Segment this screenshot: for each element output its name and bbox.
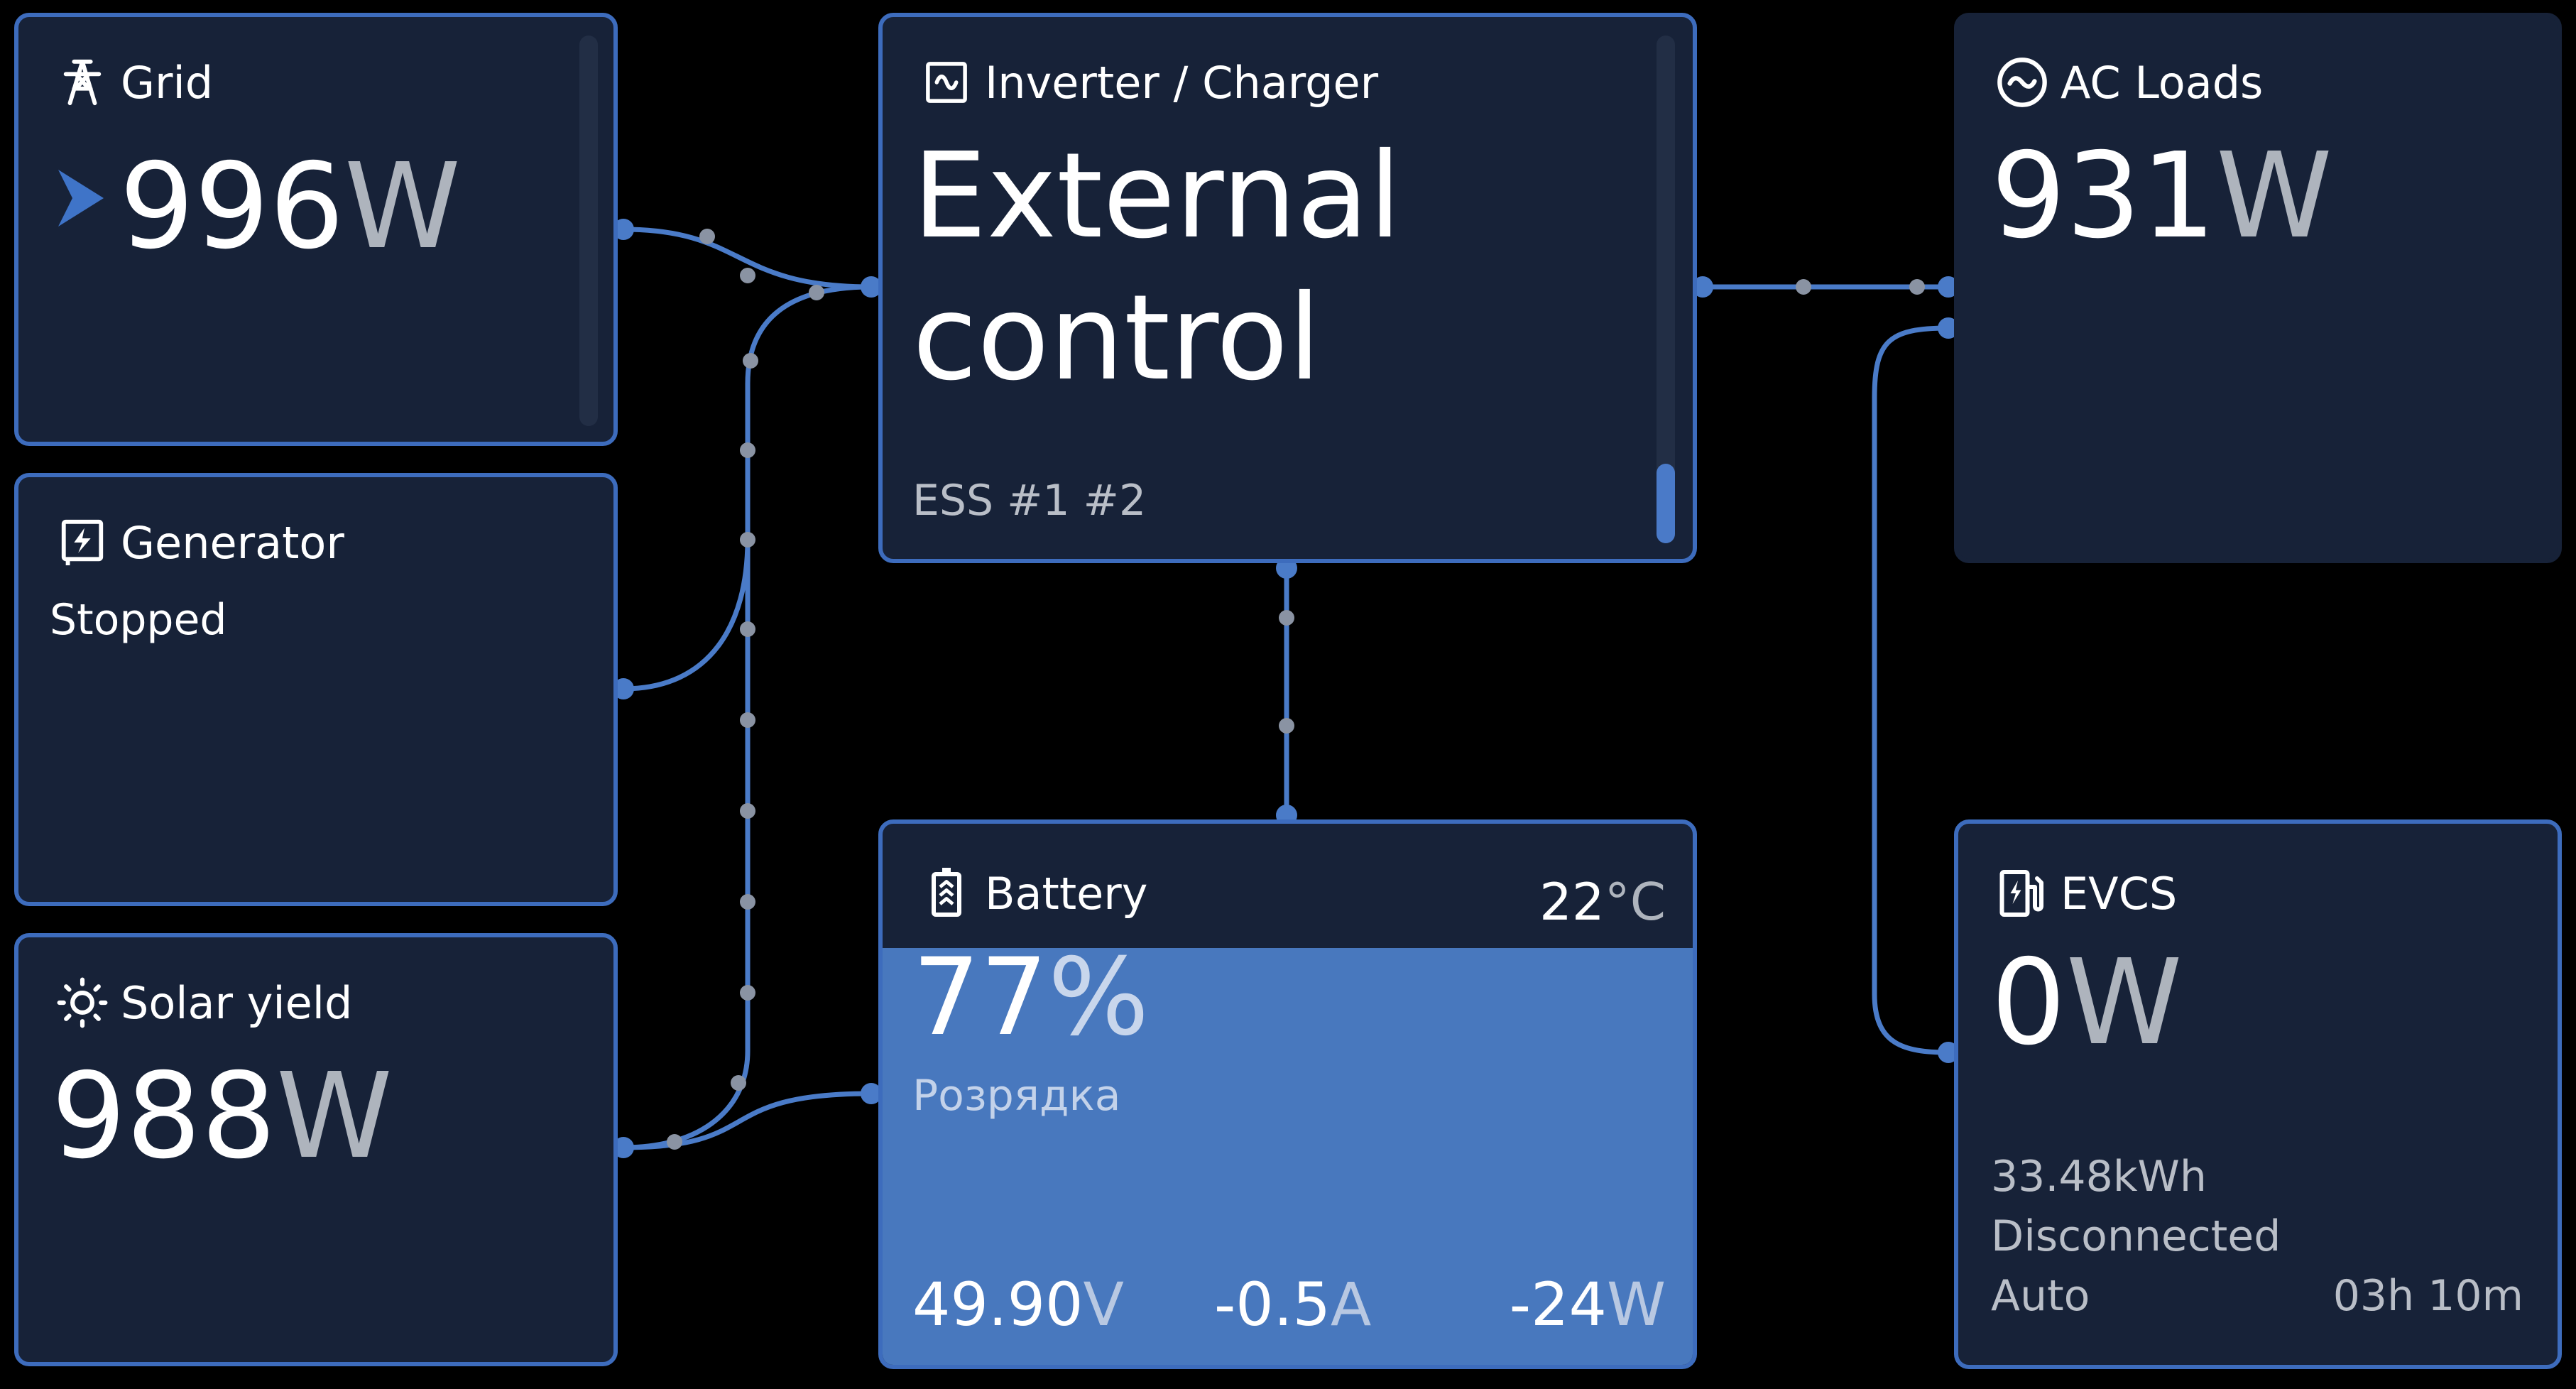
flow-dot — [1279, 718, 1294, 734]
flow-dot — [740, 442, 755, 458]
battery-card[interactable]: Battery 22°C 77% Розрядка 49.90V -0.5A -… — [878, 819, 1697, 1369]
flow-dot — [1796, 279, 1811, 295]
wire-bus-vertical — [745, 284, 874, 1054]
wire-acloads-evcs — [1872, 325, 1951, 1055]
evcs-header: EVCS — [1994, 865, 2177, 922]
inverter-scrollbar-thumb[interactable] — [1657, 464, 1675, 543]
wire-solar-battery — [621, 1091, 874, 1150]
inverter-card[interactable]: Inverter / Charger External control ESS … — [878, 13, 1697, 563]
generator-icon — [54, 514, 111, 571]
inverter-header: Inverter / Charger — [918, 54, 1378, 111]
battery-power: -24W — [1509, 1270, 1666, 1339]
solar-card[interactable]: Solar yield 988W — [14, 933, 618, 1366]
generator-title: Generator — [121, 516, 344, 569]
grid-scrollbar[interactable] — [579, 36, 598, 426]
flow-dot — [731, 1075, 746, 1091]
grid-power-value: 996W — [119, 138, 461, 276]
evcs-power-value: 0W — [1991, 935, 2183, 1072]
grid-card[interactable]: Grid 996W — [14, 13, 618, 446]
battery-icon — [918, 865, 975, 922]
flow-dot — [740, 894, 755, 910]
ac-loads-header: AC Loads — [1994, 54, 2263, 111]
flow-dot — [740, 803, 755, 819]
flow-dot — [1909, 279, 1925, 295]
battery-status: Розрядка — [912, 1071, 1121, 1121]
grid-title: Grid — [121, 56, 214, 109]
power-pylon-icon — [54, 54, 111, 111]
ac-loads-title: AC Loads — [2061, 56, 2264, 109]
flow-dot — [667, 1134, 682, 1150]
battery-temperature: 22°C — [1539, 872, 1666, 932]
generator-status: Stopped — [50, 595, 227, 645]
inverter-state-line1: External — [912, 128, 1402, 265]
flow-dot — [740, 985, 755, 1001]
inverter-title: Inverter / Charger — [985, 56, 1379, 109]
ac-wave-icon — [1994, 54, 2051, 111]
solar-title: Solar yield — [121, 976, 353, 1029]
battery-title: Battery — [985, 867, 1148, 920]
inverter-state-line2: control — [912, 270, 1321, 407]
wire-generator-bus — [621, 537, 751, 692]
grid-header: Grid — [54, 54, 213, 111]
evcs-title: EVCS — [2061, 867, 2178, 920]
inverter-scrollbar[interactable] — [1657, 36, 1675, 543]
sun-icon — [54, 974, 111, 1031]
evcs-card[interactable]: EVCS 0W 33.48kWh Disconnected Auto 03h 1… — [1954, 819, 2562, 1369]
ev-charger-icon — [1994, 865, 2051, 922]
generator-card[interactable]: Generator Stopped — [14, 473, 618, 906]
evcs-energy: 33.48kWh — [1991, 1152, 2207, 1202]
flow-dot — [809, 285, 824, 300]
battery-header: Battery — [918, 865, 1147, 922]
solar-power-value: 988W — [51, 1048, 393, 1185]
import-arrow-icon — [58, 170, 104, 229]
generator-header: Generator — [54, 514, 344, 571]
wire-grid-inverter — [621, 227, 874, 290]
overview-page: Grid 996W Generator Stopped Solar yield … — [0, 0, 2576, 1389]
evcs-session-time: 03h 10m — [2332, 1271, 2523, 1321]
flow-dot — [743, 353, 758, 369]
flow-dot — [740, 268, 755, 283]
battery-soc-value: 77% — [912, 936, 1150, 1060]
ac-loads-card[interactable]: AC Loads 931W — [1954, 13, 2562, 563]
inverter-icon — [918, 54, 975, 111]
flow-dot — [740, 712, 755, 728]
battery-voltage: 49.90V — [912, 1270, 1124, 1339]
solar-header: Solar yield — [54, 974, 352, 1031]
evcs-status: Disconnected — [1991, 1211, 2281, 1261]
flow-dot — [740, 621, 755, 637]
evcs-mode: Auto — [1991, 1271, 2090, 1321]
battery-current: -0.5A — [1214, 1270, 1372, 1339]
wire-solar-bus — [621, 1048, 751, 1150]
flow-dot — [699, 229, 715, 244]
flow-dot — [1279, 610, 1294, 626]
flow-dot — [740, 532, 755, 548]
inverter-mode: ESS #1 #2 — [912, 476, 1147, 525]
ac-loads-power-value: 931W — [1991, 128, 2332, 265]
